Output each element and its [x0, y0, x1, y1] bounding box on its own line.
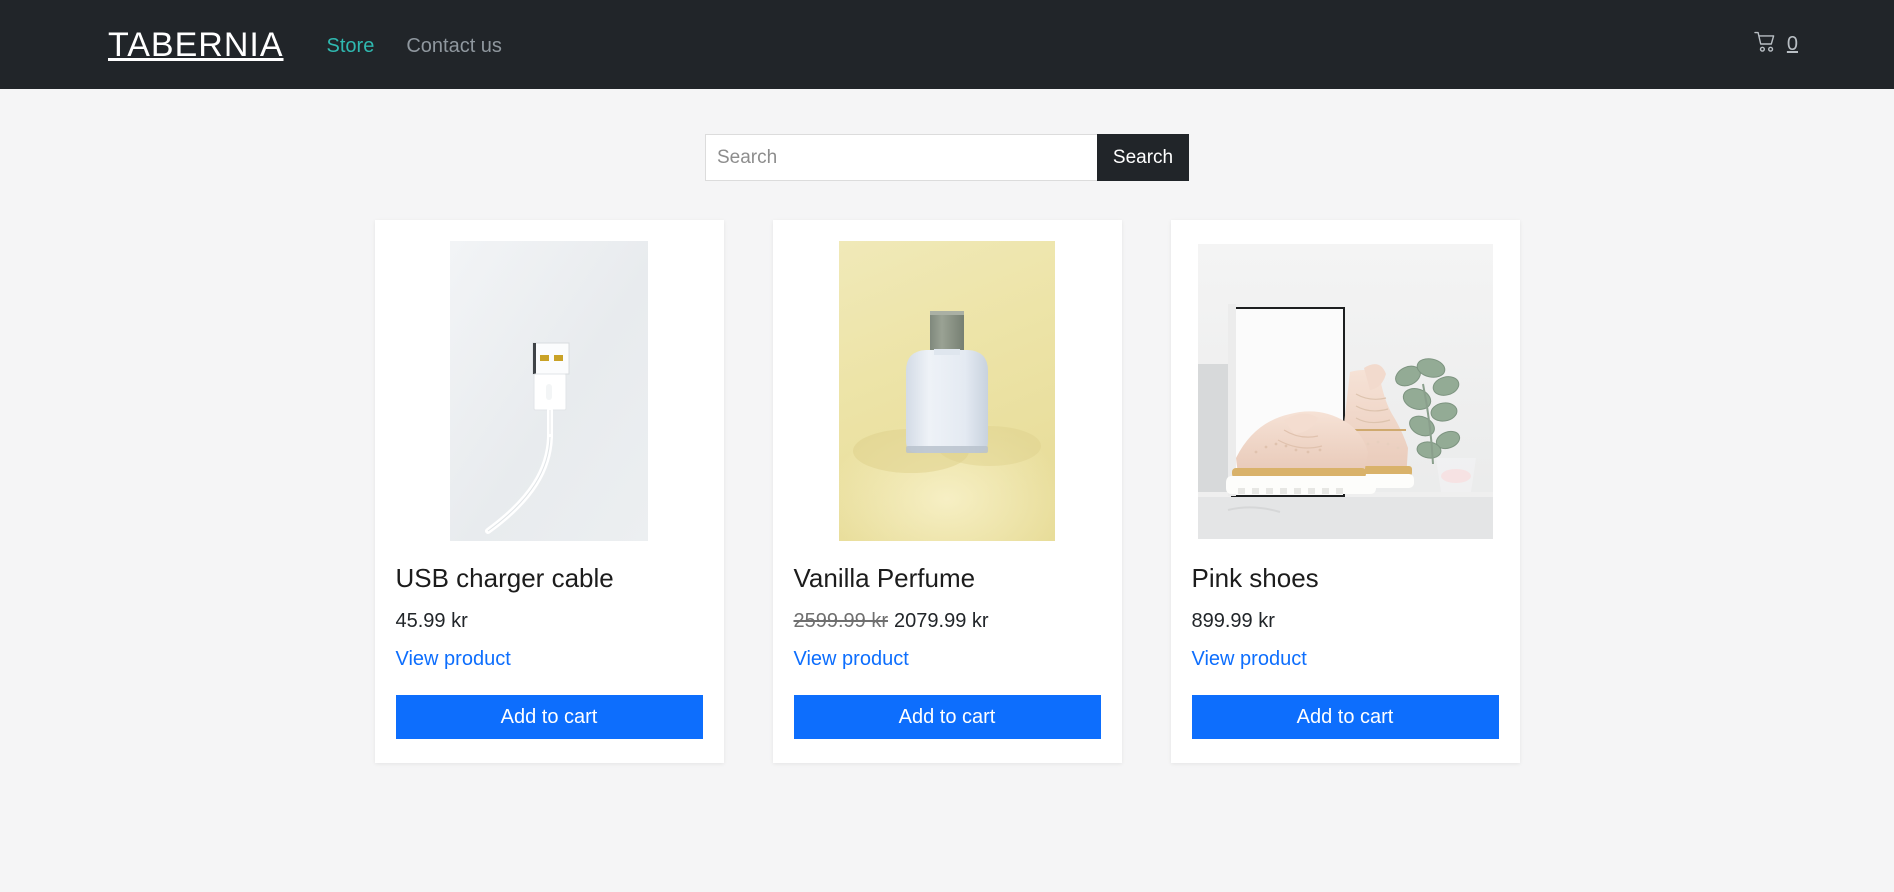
view-product-link[interactable]: View product [1192, 648, 1499, 671]
product-price: 899.99 kr [1191, 610, 1275, 633]
search-input[interactable] [705, 134, 1097, 181]
search-button[interactable]: Search [1097, 134, 1189, 181]
product-price-line: 2599.99 kr 2079.99 kr [794, 609, 1101, 633]
product-card: USB charger cable 45.99 kr View product … [374, 220, 724, 764]
view-product-link[interactable]: View product [794, 648, 1101, 671]
product-card: Pink shoes 899.99 kr View product Add to… [1170, 220, 1520, 764]
search-form: Search [705, 134, 1189, 181]
nav-link-store[interactable]: Store [327, 35, 375, 58]
product-title: Pink shoes [1191, 563, 1319, 593]
product-image-vanilla-perfume[interactable] [794, 241, 1101, 541]
product-card: Vanilla Perfume 2599.99 kr 2079.99 kr Vie… [772, 220, 1122, 764]
product-price: 2079.99 kr [894, 610, 989, 633]
product-image-usb-charger-cable[interactable] [396, 241, 703, 541]
shopping-cart-icon [1754, 31, 1778, 59]
brand-logo[interactable]: TABERNIA [108, 28, 284, 62]
cart-count: 0 [1786, 33, 1798, 55]
product-title: USB charger cable [395, 563, 614, 593]
add-to-cart-button[interactable]: Add to cart [1191, 695, 1499, 740]
add-to-cart-button[interactable]: Add to cart [793, 695, 1101, 740]
product-grid: USB charger cable 45.99 kr View product … [0, 220, 1894, 764]
product-price-line: 45.99 kr [396, 609, 703, 633]
product-price: 45.99 kr [395, 610, 468, 633]
view-product-link[interactable]: View product [396, 648, 703, 671]
product-title: Vanilla Perfume [793, 563, 976, 593]
search-section: Search [0, 134, 1894, 181]
product-image-pink-shoes[interactable] [1192, 241, 1499, 541]
add-to-cart-button[interactable]: Add to cart [395, 695, 703, 740]
nav-links: Store Contact us [327, 35, 502, 58]
cart-button[interactable]: 0 [1754, 31, 1798, 59]
product-price-line: 899.99 kr [1192, 609, 1499, 633]
product-old-price: 2599.99 kr [793, 610, 889, 633]
top-navbar: TABERNIA Store Contact us 0 [0, 0, 1894, 89]
nav-link-contact-us[interactable]: Contact us [406, 35, 502, 58]
